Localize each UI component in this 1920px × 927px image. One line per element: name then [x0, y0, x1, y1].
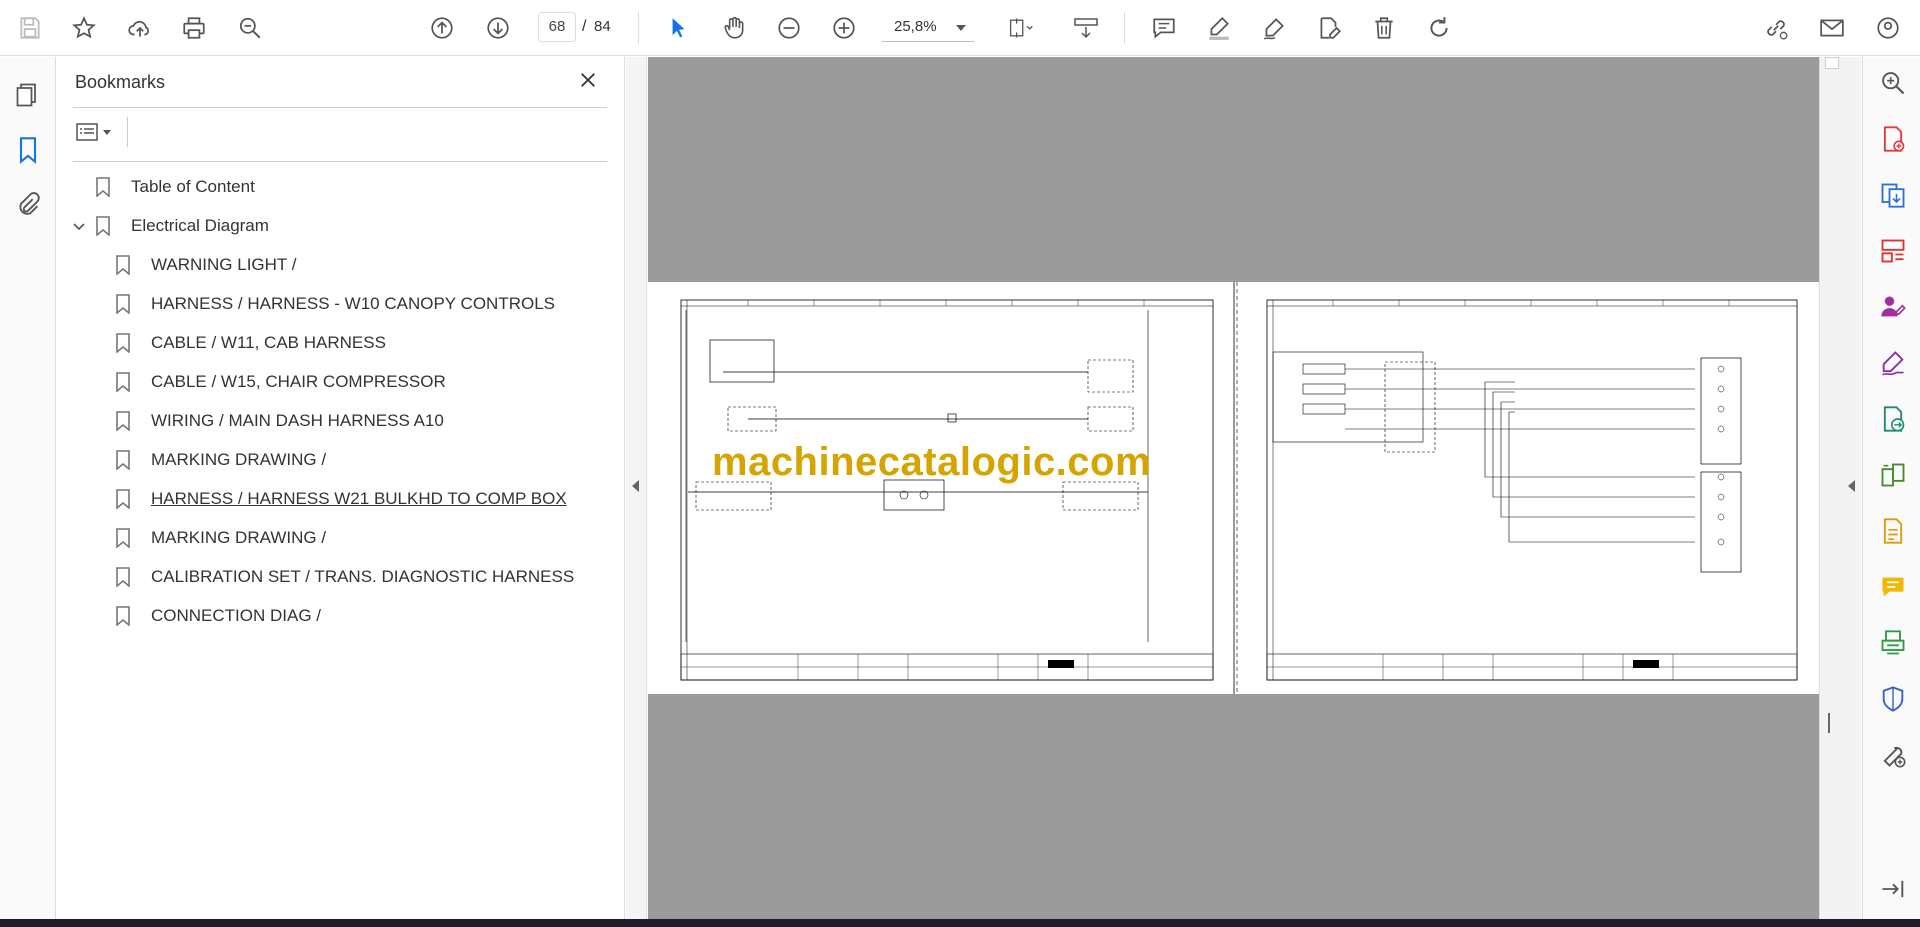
- bookmark-item[interactable]: MARKING DRAWING /: [113, 523, 326, 553]
- bookmark-item[interactable]: WIRING / MAIN DASH HARNESS A10: [113, 406, 444, 436]
- electrical-schematic-drawing: [1236, 282, 1798, 694]
- edit-document-icon[interactable]: [1311, 10, 1347, 46]
- page-separator: /: [582, 18, 587, 35]
- fill-sign-icon[interactable]: [1877, 347, 1909, 379]
- bookmark-icon: [113, 526, 133, 550]
- bookmark-icon: [113, 565, 133, 589]
- document-viewer[interactable]: machinecatalogic.com: [648, 57, 1819, 919]
- bookmark-icon: [113, 370, 133, 394]
- bookmark-item[interactable]: CONNECTION DIAG /: [113, 601, 321, 631]
- highlight-icon[interactable]: [1201, 10, 1237, 46]
- list-options-icon: [76, 123, 98, 141]
- rotate-icon[interactable]: [1421, 10, 1457, 46]
- attachments-icon[interactable]: [10, 187, 46, 223]
- comment-tool-icon[interactable]: [1877, 571, 1909, 603]
- bookmarks-title: Bookmarks: [75, 72, 166, 92]
- bookmark-item[interactable]: CABLE / W15, CHAIR COMPRESSOR: [113, 367, 446, 397]
- bookmark-item[interactable]: MARKING DRAWING /: [113, 445, 326, 475]
- export-pdf-icon[interactable]: [1877, 179, 1909, 211]
- share-link-icon[interactable]: [1758, 10, 1794, 46]
- delete-icon[interactable]: [1366, 10, 1402, 46]
- scrollbar-thumb[interactable]: [1825, 57, 1839, 69]
- right-tools-rail: [1862, 57, 1920, 919]
- pdf-page-left: [648, 282, 1233, 694]
- bookmark-icon: [93, 214, 113, 238]
- chevron-down-icon: [103, 129, 111, 135]
- combine-files-icon[interactable]: [1877, 515, 1909, 547]
- previous-page-icon[interactable]: [424, 10, 460, 46]
- electrical-schematic-drawing: [680, 299, 1214, 681]
- compare-files-icon[interactable]: [1877, 459, 1909, 491]
- comment-icon[interactable]: [1146, 10, 1182, 46]
- os-taskbar-strip: [0, 919, 1920, 927]
- left-navigation-rail: [0, 57, 56, 919]
- toolbar-divider: [1124, 12, 1125, 44]
- bookmarks-panel: Bookmarks Table of Content Electrical Di…: [57, 57, 625, 919]
- protect-shield-icon[interactable]: [1877, 683, 1909, 715]
- close-icon[interactable]: [575, 67, 601, 93]
- bookmark-item[interactable]: CALIBRATION SET / TRANS. DIAGNOSTIC HARN…: [113, 562, 574, 592]
- bookmark-panel-icon[interactable]: [10, 132, 46, 168]
- bookmark-icon: [93, 175, 113, 199]
- organize-pages-icon[interactable]: [1877, 235, 1909, 267]
- bookmark-item[interactable]: WARNING LIGHT /: [113, 250, 296, 280]
- divider: [127, 117, 128, 147]
- bookmark-icon: [113, 448, 133, 472]
- page-total: 84: [594, 18, 611, 35]
- bookmark-item[interactable]: Electrical Diagram: [93, 211, 269, 241]
- zoom-level-value: 25,8%: [894, 18, 937, 35]
- save-icon[interactable]: [12, 10, 48, 46]
- bookmark-options-button[interactable]: [75, 117, 125, 147]
- bookmark-icon: [113, 409, 133, 433]
- collapse-tools-icon[interactable]: [1877, 873, 1909, 905]
- star-icon[interactable]: [66, 10, 102, 46]
- collapse-left-icon: [632, 480, 639, 492]
- main-toolbar: 68 / 84 25,8%: [0, 0, 1920, 56]
- send-for-review-icon[interactable]: [1877, 403, 1909, 435]
- bookmark-item[interactable]: HARNESS / HARNESS - W10 CANOPY CONTROLS: [113, 289, 555, 319]
- upload-cloud-icon[interactable]: [122, 10, 158, 46]
- draw-pen-icon[interactable]: [1256, 10, 1292, 46]
- more-tools-icon[interactable]: [1877, 739, 1909, 771]
- toolbar-divider: [638, 12, 639, 44]
- select-cursor-icon[interactable]: [660, 10, 696, 46]
- pdf-page-right: [1235, 282, 1819, 694]
- watermark-text: machinecatalogic.com: [712, 440, 1152, 484]
- print-icon[interactable]: [176, 10, 212, 46]
- bookmark-item-hovered[interactable]: HARNESS / HARNESS W21 BULKHD TO COMP BOX: [113, 484, 567, 514]
- email-icon[interactable]: [1814, 10, 1850, 46]
- page-thumbnails-icon[interactable]: [10, 77, 46, 113]
- scroll-grip[interactable]: [1828, 713, 1830, 733]
- divider: [73, 161, 607, 162]
- next-page-icon[interactable]: [480, 10, 516, 46]
- scan-ocr-icon[interactable]: [1877, 627, 1909, 659]
- vertical-scrollbar[interactable]: [1819, 57, 1861, 919]
- search-zoom-icon[interactable]: [1877, 67, 1909, 99]
- zoom-level-dropdown[interactable]: 25,8%: [882, 12, 974, 42]
- bookmark-icon: [113, 604, 133, 628]
- bookmark-icon: [113, 487, 133, 511]
- chevron-down-icon[interactable]: [69, 217, 89, 237]
- chevron-down-icon: [956, 25, 966, 31]
- bookmark-icon: [113, 292, 133, 316]
- collapse-right-panel-icon[interactable]: [1848, 480, 1855, 492]
- panel-collapse-handle[interactable]: [626, 57, 647, 919]
- bookmark-icon: [113, 331, 133, 355]
- request-signatures-icon[interactable]: [1877, 291, 1909, 323]
- find-zoom-icon[interactable]: [232, 10, 268, 46]
- bookmark-item[interactable]: CABLE / W11, CAB HARNESS: [113, 328, 386, 358]
- hand-tool-icon[interactable]: [716, 10, 752, 46]
- zoom-in-icon[interactable]: [826, 10, 862, 46]
- bookmark-item[interactable]: Table of Content: [93, 172, 255, 202]
- page-number-input[interactable]: 68: [538, 12, 576, 42]
- bookmark-icon: [113, 253, 133, 277]
- user-account-icon[interactable]: [1870, 10, 1906, 46]
- zoom-out-icon[interactable]: [771, 10, 807, 46]
- scroll-mode-icon[interactable]: [1066, 10, 1106, 46]
- divider: [73, 107, 607, 108]
- page-fit-icon[interactable]: [998, 10, 1044, 46]
- create-pdf-icon[interactable]: [1877, 123, 1909, 155]
